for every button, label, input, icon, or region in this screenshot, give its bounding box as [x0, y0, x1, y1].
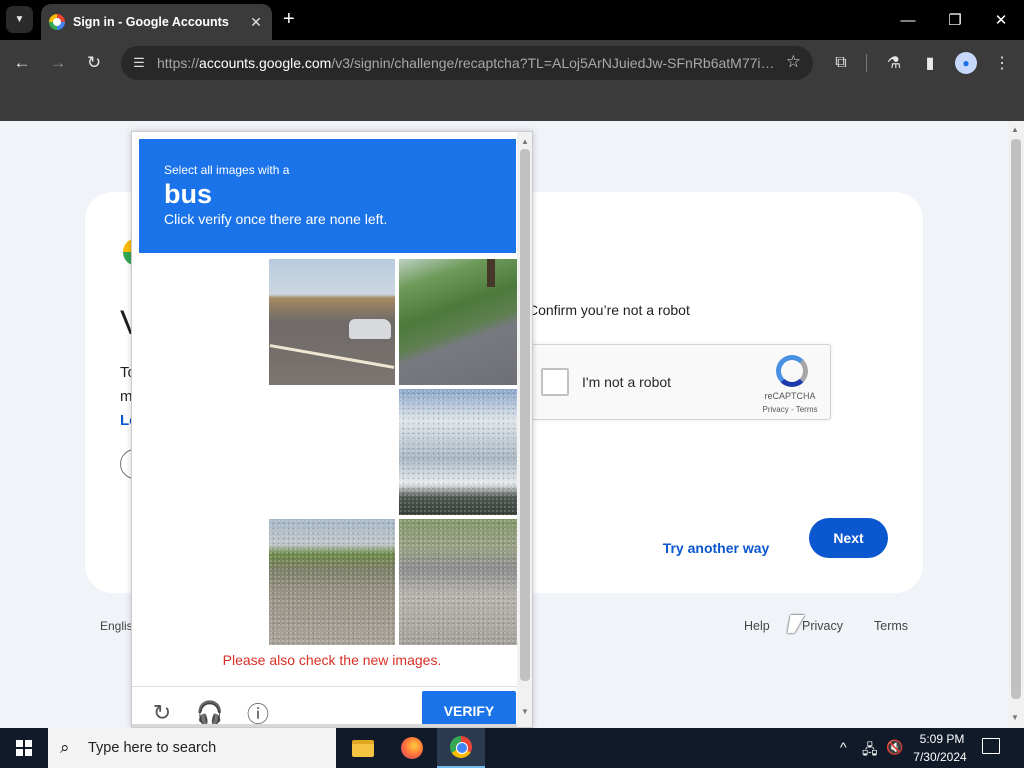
challenge-tile[interactable] [269, 519, 395, 645]
tab-search-icon[interactable]: ▼ [6, 6, 33, 33]
url-prefix: https:// [157, 55, 200, 71]
tab-strip: ▼ Sign in - Google Accounts ✕ + — ❐ ✕ [0, 0, 1024, 40]
confirm-robot-text: Confirm you’re not a robot [528, 302, 690, 318]
start-button[interactable] [0, 728, 48, 768]
challenge-instruction: Select all images with a [164, 163, 290, 177]
toolbar-divider [866, 54, 867, 72]
forward-icon[interactable]: → [47, 52, 69, 74]
challenge-tile[interactable] [399, 519, 525, 645]
bookmarks-bar [0, 86, 1024, 121]
challenge-scrollbar[interactable]: ▲ ▼ [517, 132, 532, 727]
extensions-icon[interactable]: ⧉ [830, 52, 852, 74]
address-bar[interactable]: ☰ https://accounts.google.com/v3/signin/… [121, 46, 813, 80]
page-scrollbar[interactable]: ▲ ▼ [1008, 121, 1024, 728]
next-button[interactable]: Next [809, 518, 888, 558]
browser-toolbar: ← → ↻ ☰ https://accounts.google.com/v3/s… [0, 40, 1024, 86]
road-marking [269, 344, 395, 369]
challenge-error-message: Please also check the new images. [222, 652, 442, 668]
profile-icon[interactable]: ● [955, 52, 977, 74]
chrome-icon[interactable] [437, 728, 485, 768]
scroll-up-arrow-icon[interactable]: ▲ [521, 137, 529, 146]
tab-title: Sign in - Google Accounts [73, 15, 229, 29]
volume-muted-icon[interactable]: 🔇 [886, 739, 903, 756]
try-another-way-button[interactable]: Try another way [646, 528, 786, 568]
page-scroll-thumb[interactable] [1011, 139, 1021, 699]
info-icon[interactable]: ⓘ [244, 699, 272, 727]
challenge-header: Select all images with a bus Click verif… [139, 139, 516, 253]
challenge-target-object: bus [164, 179, 213, 209]
challenge-tile[interactable] [269, 259, 395, 385]
scroll-down-arrow-icon[interactable]: ▼ [521, 707, 529, 716]
challenge-tile[interactable] [399, 389, 525, 515]
taskbar-search-placeholder: Type here to search [88, 740, 217, 756]
scroll-down-arrow-icon[interactable]: ▼ [1011, 713, 1019, 722]
recaptcha-brand: reCAPTCHA [764, 391, 816, 401]
new-tab-button[interactable]: + [283, 9, 295, 29]
star-icon[interactable]: ☆ [786, 52, 801, 72]
taskbar-search[interactable]: ⌕ Type here to search [48, 728, 336, 768]
firefox-icon[interactable] [388, 728, 436, 768]
windows-logo-icon [16, 740, 32, 756]
reload-challenge-icon[interactable]: ↻ [148, 699, 176, 727]
recaptcha-privacy-terms-links[interactable]: Privacy - Terms [748, 405, 832, 414]
image-noise [399, 519, 525, 645]
challenge-subinstruction: Click verify once there are none left. [164, 211, 388, 227]
site-info-icon[interactable]: ☰ [129, 53, 149, 73]
challenge-scroll-thumb[interactable] [520, 149, 530, 681]
reload-icon[interactable]: ↻ [83, 52, 105, 74]
url-host: accounts.google.com [199, 55, 332, 71]
recaptcha-label: I'm not a robot [582, 374, 672, 390]
recaptcha-widget: I'm not a robot reCAPTCHA Privacy - Term… [529, 344, 831, 420]
challenge-tile[interactable] [399, 259, 525, 385]
tab-active[interactable]: Sign in - Google Accounts ✕ [41, 4, 272, 40]
tree-trunk-detail [487, 259, 495, 287]
taskbar: ⌕ Type here to search ^ 🖧 🔇 5:09 PM 7/30… [0, 728, 1024, 768]
recaptcha-challenge-popup: Select all images with a bus Click verif… [131, 131, 533, 728]
url-path: /v3/signin/challenge/recaptcha?TL=ALoj5A… [331, 55, 777, 71]
minimize-icon[interactable]: — [893, 8, 923, 32]
recaptcha-checkbox[interactable] [541, 368, 569, 396]
verify-button[interactable]: VERIFY [422, 691, 516, 727]
car-image-detail [349, 319, 391, 339]
back-icon[interactable]: ← [11, 52, 33, 74]
google-favicon-icon [49, 14, 65, 30]
search-icon: ⌕ [60, 738, 70, 757]
file-explorer-icon[interactable] [339, 728, 387, 768]
image-noise [399, 389, 525, 515]
footer-terms-link[interactable]: Terms [874, 619, 908, 633]
labs-icon[interactable]: ⚗ [883, 52, 905, 74]
network-icon[interactable]: 🖧 [862, 739, 878, 763]
clock-time[interactable]: 5:09 PM [912, 732, 972, 746]
notification-icon[interactable] [982, 738, 1000, 754]
chevron-up-icon[interactable]: ^ [840, 739, 847, 755]
image-noise [269, 519, 395, 645]
tab-close-icon[interactable]: ✕ [246, 14, 266, 31]
clock-date[interactable]: 7/30/2024 [908, 750, 972, 764]
url-text[interactable]: https://accounts.google.com/v3/signin/ch… [157, 55, 777, 71]
menu-icon[interactable]: ⋮ [991, 52, 1013, 74]
scroll-up-arrow-icon[interactable]: ▲ [1011, 125, 1019, 134]
challenge-divider [132, 686, 517, 687]
footer-help-link[interactable]: Help [744, 619, 770, 633]
close-window-icon[interactable]: ✕ [986, 8, 1016, 32]
language-selector[interactable]: Englis [100, 619, 133, 633]
restore-icon[interactable]: ❐ [940, 8, 970, 32]
side-panel-icon[interactable]: ▮ [919, 52, 941, 74]
audio-challenge-icon[interactable]: 🎧 [196, 699, 224, 727]
recaptcha-logo-icon [776, 355, 808, 387]
footer-privacy-link[interactable]: Privacy [802, 619, 843, 633]
